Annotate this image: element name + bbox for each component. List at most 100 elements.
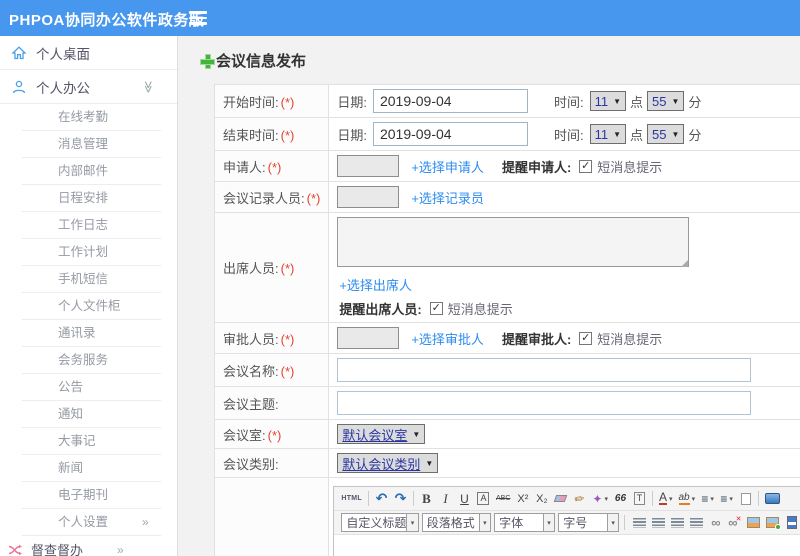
meeting-form: 开始时间:(*) 日期: 时间: 11▼ 点 55▼ 分 结束时间:(*) (213, 84, 800, 556)
start-minute-select[interactable]: 55 ▼ (647, 91, 685, 111)
toolbar-separator (651, 491, 653, 506)
fullscreen-icon[interactable] (763, 489, 782, 508)
meeting-room-select[interactable]: 默认会议室 ▼ (337, 424, 426, 444)
auto-typeset-icon[interactable]: ✦ ▾ (590, 489, 610, 508)
recorder-field-cell: +选择记录员 (328, 181, 800, 213)
sms-reminder-label: 短消息提示 (597, 331, 663, 347)
link-icon[interactable]: ∞ (707, 513, 724, 532)
ordered-list-icon[interactable]: ≡ ▾ (699, 489, 716, 508)
redo-icon[interactable]: ↷ (392, 489, 409, 508)
sidebar-item-meeting-services[interactable]: 会务服务 (0, 347, 177, 374)
caret-icon: ▾ (691, 495, 696, 503)
paste-as-text-icon[interactable]: T (631, 489, 648, 508)
applicant-label-cell: 申请人: (*) (213, 150, 330, 182)
sidebar-item-major-events[interactable]: 大事记 (0, 428, 177, 455)
resize-grip-icon[interactable] (681, 260, 689, 267)
meeting-name-input[interactable] (337, 358, 752, 382)
italic-icon[interactable]: I (437, 489, 454, 508)
dropdown-arrow-icon[interactable]: ▾ (479, 513, 492, 532)
applicant-sms-checkbox[interactable]: ✓ (579, 159, 593, 173)
sidebar-item-supervision[interactable]: 督查督办 » (0, 536, 177, 556)
choose-approver-link[interactable]: +选择审批人 (411, 329, 484, 348)
bold-icon[interactable]: B (418, 489, 435, 508)
sidebar-item-internal-mail[interactable]: 内部邮件 (0, 158, 177, 185)
highlight-color-icon[interactable]: ab ▾ (677, 489, 698, 508)
blockquote-icon[interactable]: 66 (612, 489, 629, 508)
meeting-subject-input[interactable] (337, 391, 752, 415)
justify-icon[interactable] (688, 513, 705, 532)
start-date-input[interactable] (372, 89, 528, 113)
font-color-icon[interactable]: A ▾ (657, 489, 675, 508)
choose-applicant-link[interactable]: +选择申请人 (411, 157, 484, 176)
check-icon: ✓ (581, 331, 591, 344)
dropdown-arrow-icon[interactable]: ▾ (543, 513, 556, 532)
align-center-icon[interactable] (650, 513, 667, 532)
underline-icon[interactable]: U (456, 489, 473, 508)
attendees-textarea[interactable] (337, 217, 690, 267)
start-time-label: 开始时间: (223, 94, 279, 110)
applicant-input[interactable] (337, 155, 400, 177)
sidebar-item-mobile-sms[interactable]: 手机短信 (0, 266, 177, 293)
sidebar-item-personal-files[interactable]: 个人文件柜 (0, 293, 177, 320)
subscript-icon[interactable]: X₂ (533, 489, 550, 508)
sidebar-item-e-journal[interactable]: 电子期刊 (0, 482, 177, 509)
font-family-dropdown[interactable]: 字体 (494, 513, 544, 532)
sidebar-item-work-plan[interactable]: 工作计划 (0, 239, 177, 266)
page-break-icon[interactable] (783, 513, 800, 532)
upload-image-icon[interactable] (764, 513, 782, 532)
align-left-icon[interactable] (631, 513, 648, 532)
approver-input[interactable] (337, 327, 400, 349)
new-page-icon[interactable] (737, 489, 754, 508)
end-date-input[interactable] (372, 122, 528, 146)
start-hour-select[interactable]: 11 ▼ (589, 91, 627, 111)
app-title: PHPOA协同办公软件政务版 (9, 12, 205, 29)
attendees-sms-checkbox[interactable]: ✓ (429, 302, 443, 315)
font-size-dropdown[interactable]: 字号 (558, 513, 608, 532)
custom-heading-dropdown[interactable]: 自定义标题 (341, 513, 408, 532)
select-arrow-icon: ▼ (671, 129, 680, 139)
sidebar-item-personal-desktop[interactable]: 个人桌面 (0, 36, 177, 70)
meeting-category-select[interactable]: 默认会议类别 ▼ (337, 453, 439, 473)
sidebar-item-online-attendance[interactable]: 在线考勤 (0, 104, 177, 131)
font-style-icon[interactable]: A (477, 492, 490, 505)
editor-content-area[interactable] (334, 535, 800, 556)
align-right-icon[interactable] (669, 513, 686, 532)
sidebar-item-personal-office[interactable]: 个人办公 ≫ (0, 70, 177, 104)
unordered-list-icon[interactable]: ≡ ▾ (718, 489, 735, 508)
sidebar-item-label: 个人办公 (36, 80, 90, 96)
sidebar-item-label: 个人桌面 (36, 46, 90, 62)
caret-icon: ▾ (604, 495, 608, 503)
dropdown-arrow-icon[interactable]: ▾ (607, 513, 620, 532)
choose-recorder-link[interactable]: +选择记录员 (411, 188, 484, 207)
sidebar-item-work-log[interactable]: 工作日志 (0, 212, 177, 239)
sidebar-item-personal-settings[interactable]: 个人设置 » (0, 509, 177, 536)
format-painter-icon[interactable]: ✏ (570, 488, 590, 510)
sidebar-item-announcement[interactable]: 公告 (0, 374, 177, 401)
menu-toggle-icon[interactable] (189, 11, 207, 25)
end-minute-select[interactable]: 55 ▼ (647, 124, 685, 144)
sidebar-item-news[interactable]: 新闻 (0, 455, 177, 482)
choose-attendees-link[interactable]: +选择出席人 (339, 275, 412, 294)
insert-image-icon[interactable] (745, 513, 762, 532)
paragraph-format-dropdown[interactable]: 段落格式 (421, 513, 480, 532)
unlink-icon[interactable]: ∞ ✕ (726, 513, 743, 532)
undo-icon[interactable]: ↶ (373, 489, 390, 508)
required-mark: (*) (280, 261, 295, 276)
sidebar-item-notice[interactable]: 通知 (0, 401, 177, 428)
dropdown-arrow-icon[interactable]: ▾ (407, 513, 419, 532)
sidebar-item-schedule[interactable]: 日程安排 (0, 185, 177, 212)
eraser-icon[interactable] (552, 489, 569, 508)
rich-text-editor: HTML ↶ ↷ B I U A ABC X² X₂ ✏ ✦ ▾ 66 T A … (333, 486, 800, 556)
superscript-icon[interactable]: X² (514, 489, 531, 508)
page-title-text: 会议信息发布 (216, 53, 307, 70)
sidebar-item-message-management[interactable]: 消息管理 (0, 131, 177, 158)
caret-icon: ▾ (668, 495, 673, 503)
sidebar-item-contacts[interactable]: 通讯录 (0, 320, 177, 347)
html-source-button[interactable]: HTML (339, 489, 364, 508)
strikethrough-icon[interactable]: ABC (494, 489, 512, 508)
end-hour-select[interactable]: 11 ▼ (589, 124, 627, 144)
recorder-label: 会议记录人员: (223, 190, 305, 206)
recorder-input[interactable] (337, 186, 400, 208)
approver-sms-checkbox[interactable]: ✓ (579, 331, 593, 345)
meeting-room-field-cell: 默认会议室 ▼ (328, 419, 800, 449)
